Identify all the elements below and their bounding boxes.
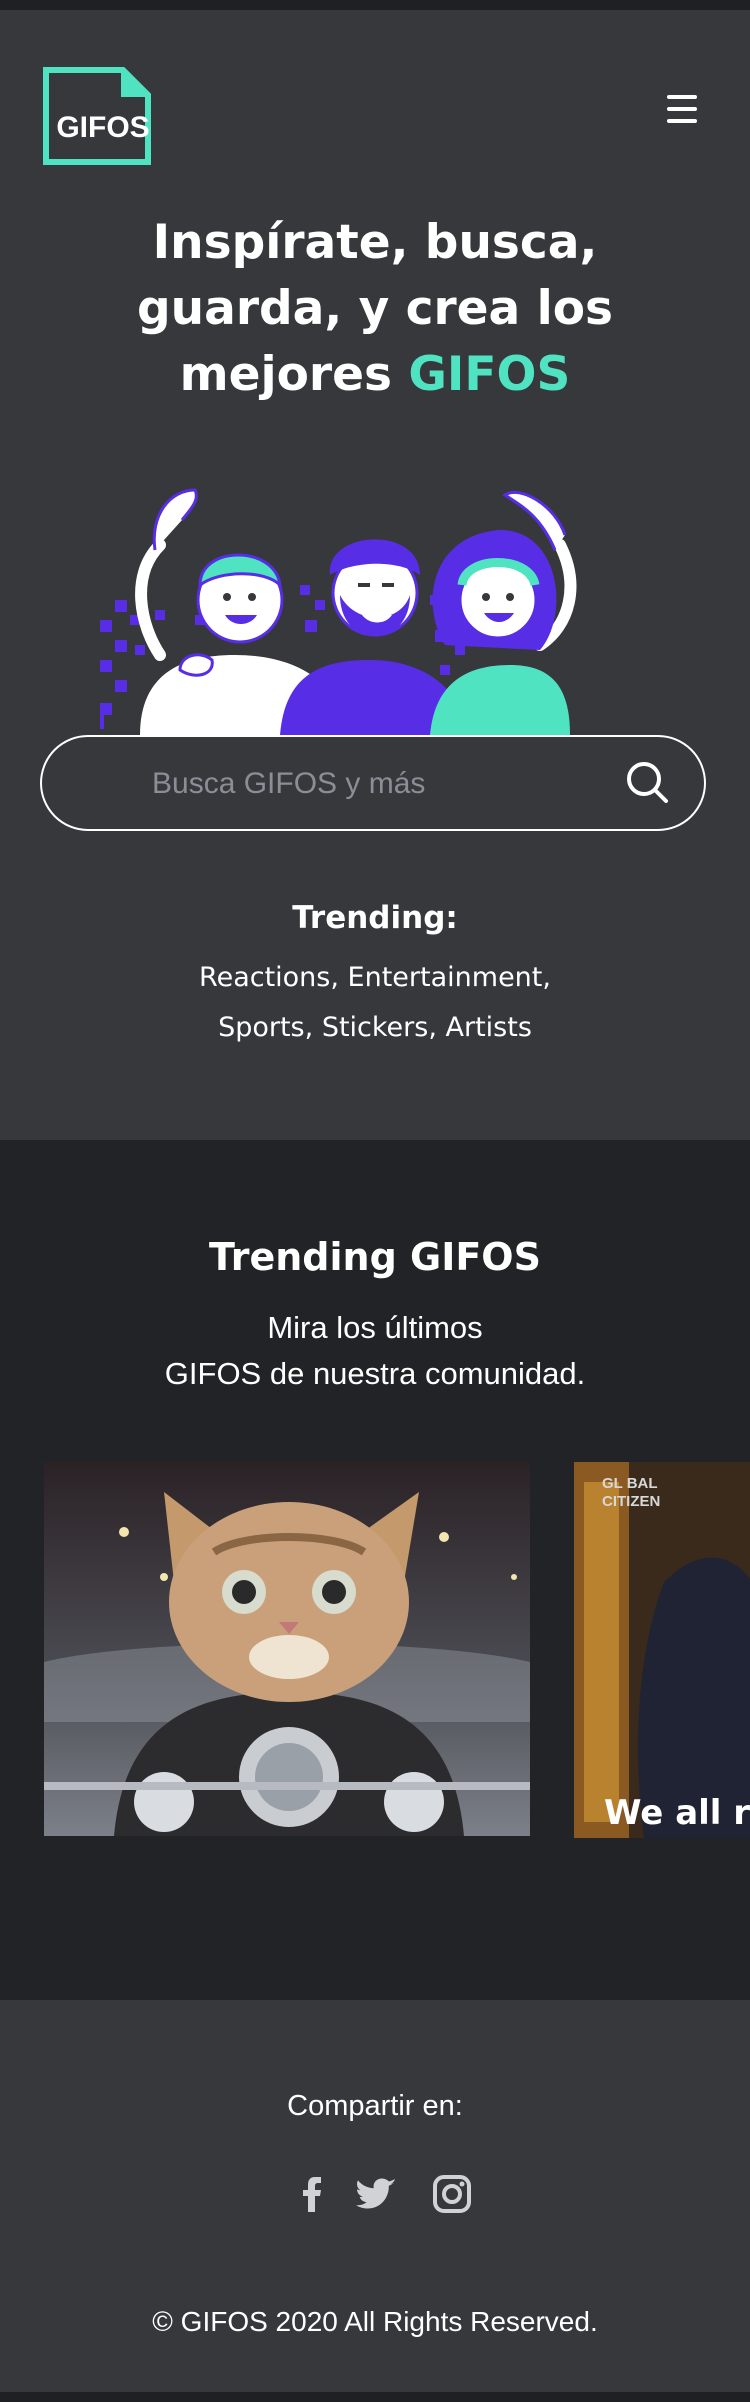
twitter-icon[interactable] [355,2172,399,2216]
trending-topic-reactions[interactable]: Reactions [199,962,330,993]
trending-topic-stickers[interactable]: Stickers [322,1012,429,1043]
gif-caption: We all r [604,1793,750,1833]
global-citizen-watermark-line2: CITIZEN [602,1493,660,1510]
top-edge [0,0,750,10]
menu-bar [667,119,697,123]
menu-bar [667,95,697,99]
menu-icon[interactable] [662,95,702,135]
logo-text: GIFOS [56,111,149,144]
gifos-logo-icon[interactable]: GIFOS [43,67,151,165]
trending-gifos-subtitle: Mira los últimos GIFOS de nuestra comuni… [0,1305,750,1397]
trending-gif-card[interactable] [44,1462,530,1836]
trending-gif-card[interactable]: GL BAL CITIZEN We all r [574,1462,750,1838]
trending-topic-entertainment[interactable]: Entertainment [348,962,543,993]
global-citizen-watermark-line1: GL BAL [602,1475,658,1492]
trending-gifos-subtitle-line2: GIFOS de nuestra comunidad. [164,1356,586,1391]
facebook-icon[interactable] [290,2172,334,2216]
trending-label: Trending: [292,900,458,936]
instagram-icon[interactable] [430,2172,474,2216]
search-bar [40,735,706,831]
search-icon[interactable] [622,757,674,809]
hero-title: Inspírate, busca, guarda, y crea los mej… [75,210,675,408]
copyright-text: © GIFOS 2020 All Rights Reserved. [152,2306,598,2337]
trending-topic-artists[interactable]: Artists [446,1012,532,1043]
hero-title-prefix: mejores [179,347,409,402]
trending-topic-sports[interactable]: Sports [218,1012,305,1043]
hero-title-line3: mejores GIFOS [75,342,675,408]
trending-gifos-section: Trending GIFOS Mira los últimos GIFOS de… [0,1140,750,2000]
bottom-edge [0,2392,750,2402]
menu-bar [667,107,697,111]
hero-title-line2: guarda, y crea los [137,281,613,336]
hero-title-accent: GIFOS [408,347,571,402]
hero-illustration [90,475,650,735]
trending-gifos-title: Trending GIFOS [209,1235,541,1279]
trending-gifos-subtitle-line1: Mira los últimos [267,1310,483,1345]
search-input[interactable] [150,757,624,811]
cat-motorcycle-gif [44,1462,530,1836]
global-citizen-gif: GL BAL CITIZEN We all r [574,1462,750,1838]
hero-title-line1: Inspírate, busca, [152,215,598,270]
trending-topics: Reactions, Entertainment, Sports, Sticke… [199,962,551,1043]
share-label: Compartir en: [287,2090,463,2122]
